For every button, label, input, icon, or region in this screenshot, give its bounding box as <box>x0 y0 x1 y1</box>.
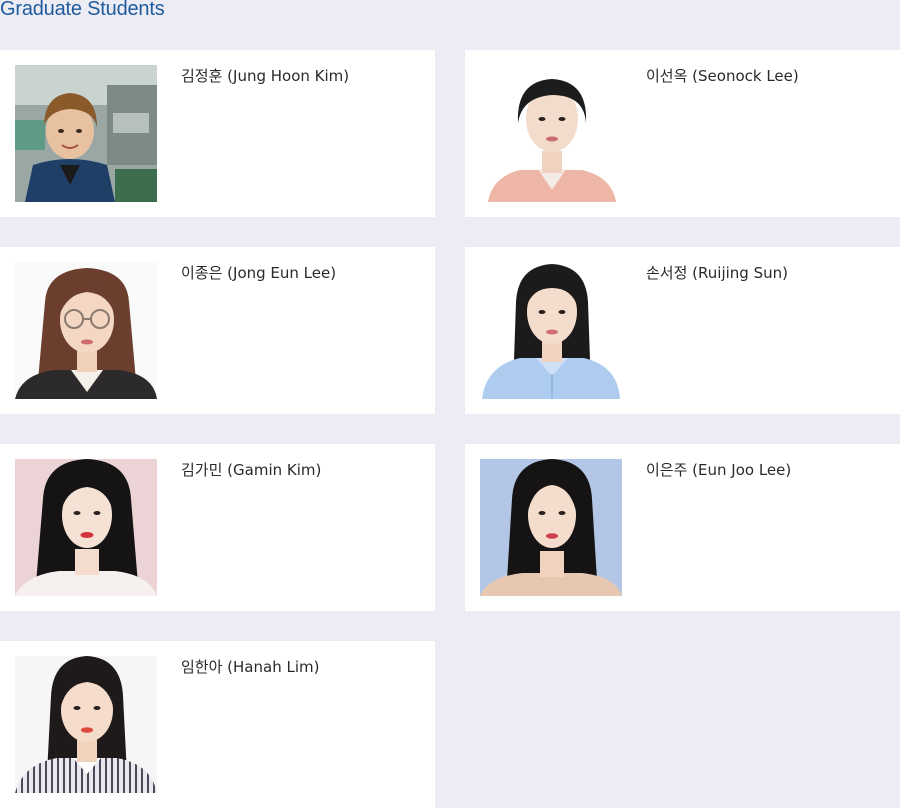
student-photo <box>480 262 622 399</box>
student-photo <box>15 656 157 793</box>
student-photo <box>480 65 622 202</box>
student-name: 이선옥 (Seonock Lee) <box>646 67 799 85</box>
student-name: 손서정 (Ruijing Sun) <box>646 264 788 282</box>
student-name: 이은주 (Eun Joo Lee) <box>646 461 792 479</box>
student-card: 이선옥 (Seonock Lee) <box>465 50 900 217</box>
student-name: 김정훈 (Jung Hoon Kim) <box>181 67 350 85</box>
section-title: Graduate Students <box>0 0 165 20</box>
student-name: 이종은 (Jong Eun Lee) <box>181 264 337 282</box>
student-card: 김가민 (Gamin Kim) <box>0 444 435 611</box>
student-photo <box>15 262 157 399</box>
student-card: 임한아 (Hanah Lim) <box>0 641 435 808</box>
student-photo <box>15 459 157 596</box>
student-card: 손서정 (Ruijing Sun) <box>465 247 900 414</box>
student-card: 김정훈 (Jung Hoon Kim) <box>0 50 435 217</box>
student-photo <box>480 459 622 596</box>
student-name: 임한아 (Hanah Lim) <box>181 658 320 676</box>
student-card: 이은주 (Eun Joo Lee) <box>465 444 900 611</box>
student-card: 이종은 (Jong Eun Lee) <box>0 247 435 414</box>
student-photo <box>15 65 157 202</box>
student-name: 김가민 (Gamin Kim) <box>181 461 322 479</box>
